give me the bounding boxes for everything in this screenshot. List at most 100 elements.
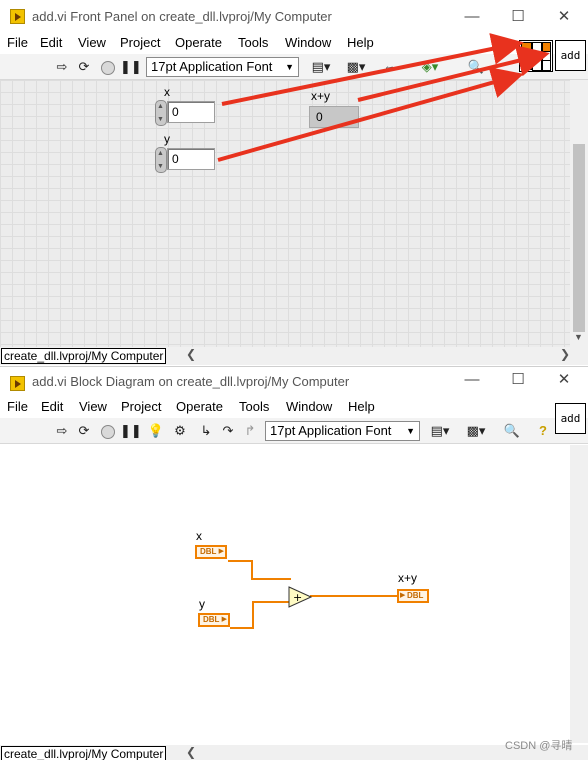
chevron-down-icon: ▼ [406, 426, 415, 436]
input-arrow-icon: ▶ [400, 592, 406, 599]
front-panel-menubar: File Edit View Project Operate Tools Win… [0, 33, 588, 53]
connector-terminal-empty[interactable] [532, 42, 542, 71]
menu-project[interactable]: Project [121, 399, 161, 414]
menu-tools[interactable]: Tools [238, 35, 268, 50]
front-panel-canvas[interactable]: x ▲ ▼ 0 y ▲ ▼ 0 x+y 0 [0, 80, 570, 347]
highlight-execution-icon[interactable]: 💡 [146, 422, 166, 440]
run-continuously-icon[interactable]: ⟳ [74, 58, 94, 76]
step-out-icon[interactable]: ↱ [240, 422, 260, 440]
terminal-x-label: x [196, 529, 202, 543]
control-y-increment[interactable]: ▲ ▼ [155, 147, 167, 173]
context-help-icon[interactable]: ? [533, 422, 553, 440]
font-select[interactable]: 17pt Application Font ▼ [265, 421, 420, 441]
labview-vi-icon [10, 376, 25, 391]
connector-terminal-empty[interactable] [542, 60, 551, 71]
labview-vi-icon [10, 9, 25, 24]
menu-tools[interactable]: Tools [239, 399, 269, 414]
font-select[interactable]: 17pt Application Font ▼ [146, 57, 299, 77]
step-into-icon[interactable]: ↳ [196, 422, 216, 440]
wire-y-a[interactable] [230, 627, 254, 629]
add-function-node[interactable]: + [288, 586, 312, 608]
menu-view[interactable]: View [78, 35, 106, 50]
resize-objects-icon[interactable]: ⇔ [378, 58, 402, 76]
control-x-increment[interactable]: ▲ ▼ [155, 100, 167, 126]
minimize-button[interactable]: — [460, 369, 484, 391]
maximize-button[interactable]: ☐ [506, 6, 530, 28]
menu-view[interactable]: View [79, 399, 107, 414]
scroll-down-icon[interactable]: ▼ [574, 332, 583, 342]
wire-y-c[interactable] [252, 601, 291, 603]
control-y-label: y [164, 132, 170, 146]
close-button[interactable]: ✕ [552, 6, 576, 28]
block-diagram-statusbar: create_dll.lvproj/My Computer ❮ [0, 745, 588, 760]
vi-icon-pane[interactable]: add [555, 403, 586, 434]
connector-pane[interactable] [519, 40, 553, 72]
up-arrow-icon: ▲ [157, 150, 164, 157]
pause-icon[interactable]: ❚❚ [120, 422, 142, 440]
search-icon[interactable]: 🔍 [500, 422, 524, 440]
connector-terminal-y[interactable] [521, 56, 532, 70]
menu-edit[interactable]: Edit [41, 399, 63, 414]
front-panel-title: add.vi Front Panel on create_dll.lvproj/… [32, 9, 332, 24]
down-arrow-icon: ▼ [157, 116, 164, 123]
front-panel-vertical-scrollbar[interactable]: ▼ [570, 80, 588, 347]
menu-help[interactable]: Help [348, 399, 375, 414]
scroll-left-icon[interactable]: ❮ [186, 347, 196, 361]
step-over-icon[interactable]: ↷ [218, 422, 238, 440]
run-arrow-icon[interactable]: ⇨ [52, 58, 72, 76]
wire-sum[interactable] [310, 595, 400, 597]
wire-x-c[interactable] [251, 578, 291, 580]
front-panel-toolbar: ⇨ ⟳ ❚❚ 17pt Application Font ▼ ▤▾ ▩▾ ⇔ ◈… [0, 54, 588, 80]
vi-icon-pane[interactable]: add [555, 40, 586, 71]
wire-x-a[interactable] [228, 560, 252, 562]
block-diagram-canvas[interactable]: x DBL ▶ y DBL ▶ + x+y ▶ DBL [0, 445, 570, 745]
menu-operate[interactable]: Operate [176, 399, 223, 414]
front-panel-window: add.vi Front Panel on create_dll.lvproj/… [0, 0, 588, 366]
scroll-right-icon[interactable]: ❯ [560, 347, 570, 361]
align-objects-icon[interactable]: ▤▾ [426, 422, 454, 440]
minimize-button[interactable]: — [460, 6, 484, 28]
menu-file[interactable]: File [7, 35, 28, 50]
scrollbar-thumb[interactable] [573, 144, 585, 332]
block-diagram-vertical-scrollbar[interactable] [570, 445, 588, 743]
block-diagram-toolbar: ⇨ ⟳ ❚❚ 💡 ⚙ ↳ ↷ ↱ 17pt Application Font ▼… [0, 418, 588, 444]
menu-file[interactable]: File [7, 399, 28, 414]
pause-icon[interactable]: ❚❚ [120, 58, 142, 76]
abort-icon[interactable] [98, 422, 118, 440]
close-button[interactable]: ✕ [552, 369, 576, 391]
wire-x-b[interactable] [251, 560, 253, 580]
project-path[interactable]: create_dll.lvproj/My Computer [1, 348, 167, 364]
indicator-xy-value: 0 [309, 106, 359, 128]
terminal-xy-type: DBL [407, 591, 424, 600]
add-symbol: + [293, 591, 302, 604]
search-icon[interactable]: 🔍 [466, 58, 486, 76]
reorder-icon[interactable]: ◈▾ [416, 58, 444, 76]
menu-operate[interactable]: Operate [175, 35, 222, 50]
font-select-value: 17pt Application Font [270, 423, 392, 438]
wire-y-b[interactable] [252, 601, 254, 629]
chevron-down-icon: ▼ [285, 62, 294, 72]
abort-icon[interactable] [98, 58, 118, 76]
terminal-x[interactable]: DBL ▶ [195, 545, 227, 559]
control-x-input[interactable]: 0 [167, 101, 215, 123]
distribute-objects-icon[interactable]: ▩▾ [342, 58, 370, 76]
control-y-input[interactable]: 0 [167, 148, 215, 170]
menu-window[interactable]: Window [285, 35, 331, 50]
connector-terminal-x[interactable] [521, 42, 532, 56]
terminal-y[interactable]: DBL ▶ [198, 613, 230, 627]
menu-window[interactable]: Window [286, 399, 332, 414]
watermark: CSDN @寻晴 [505, 740, 573, 752]
menu-edit[interactable]: Edit [40, 35, 62, 50]
menu-project[interactable]: Project [120, 35, 160, 50]
distribute-objects-icon[interactable]: ▩▾ [462, 422, 490, 440]
align-objects-icon[interactable]: ▤▾ [307, 58, 335, 76]
run-continuously-icon[interactable]: ⟳ [74, 422, 94, 440]
up-arrow-icon: ▲ [157, 103, 164, 110]
retain-wire-values-icon[interactable]: ⚙ [170, 422, 190, 440]
run-arrow-icon[interactable]: ⇨ [52, 422, 72, 440]
scroll-left-icon[interactable]: ❮ [186, 745, 196, 759]
terminal-xy[interactable]: ▶ DBL [397, 589, 429, 603]
menu-help[interactable]: Help [347, 35, 374, 50]
project-path[interactable]: create_dll.lvproj/My Computer [1, 746, 167, 760]
maximize-button[interactable]: ☐ [506, 369, 530, 391]
